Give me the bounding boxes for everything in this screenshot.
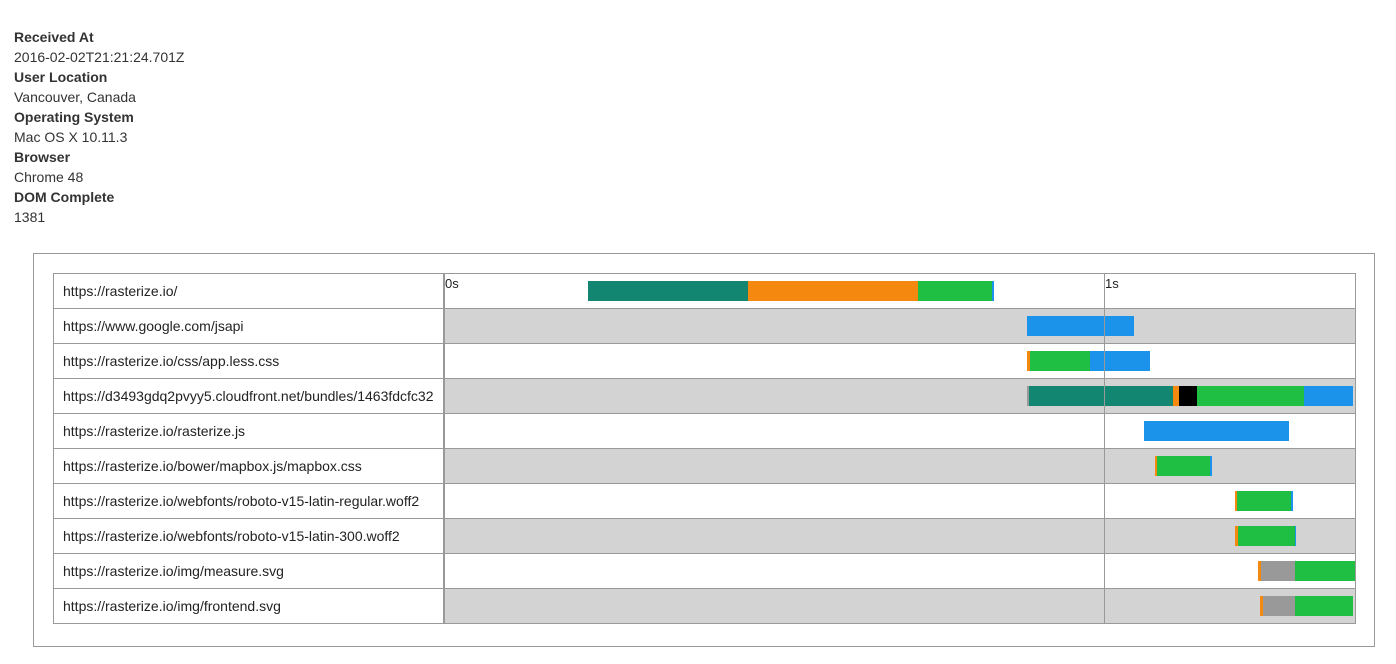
timing-bar-ttfb	[1294, 561, 1355, 581]
timing-bar-dns	[587, 281, 748, 301]
request-row[interactable]: https://rasterize.io/bower/mapbox.js/map…	[54, 449, 1355, 484]
waterfall-chart: https://rasterize.io/https://www.google.…	[53, 273, 1356, 624]
timing-bar-ssl	[1179, 386, 1198, 406]
request-timeline	[444, 379, 1355, 413]
request-timeline	[444, 414, 1355, 448]
request-timeline	[444, 519, 1355, 553]
timing-bar-download	[1303, 386, 1353, 406]
timing-bar-connect	[747, 281, 918, 301]
timing-bar-download	[1143, 421, 1289, 441]
meta-label: Received At	[14, 29, 94, 45]
request-timeline	[444, 484, 1355, 518]
meta-value: Vancouver, Canada	[14, 89, 136, 105]
timing-bar-wait	[1261, 561, 1295, 581]
timing-bar-wait	[1263, 596, 1295, 616]
timing-bar-download	[1026, 316, 1135, 336]
request-row[interactable]: https://rasterize.io/webfonts/roboto-v15…	[54, 484, 1355, 519]
request-row[interactable]: https://www.google.com/jsapi	[54, 309, 1355, 344]
timing-bar-connect	[1172, 386, 1180, 406]
request-timeline	[444, 309, 1355, 343]
time-tick-label: 1s	[1105, 276, 1119, 291]
meta-label: User Location	[14, 69, 108, 85]
timing-bar-ttfb	[917, 281, 993, 301]
request-row[interactable]: https://rasterize.io/rasterize.js	[54, 414, 1355, 449]
request-url: https://rasterize.io/	[54, 274, 444, 308]
meta-value: Mac OS X 10.11.3	[14, 129, 128, 145]
request-timeline	[444, 589, 1355, 623]
timing-bar-ttfb	[1294, 596, 1353, 616]
request-url: https://rasterize.io/webfonts/roboto-v15…	[54, 519, 444, 553]
request-row[interactable]: https://rasterize.io/img/measure.svg	[54, 554, 1355, 589]
meta-value: 1381	[14, 209, 46, 225]
timing-bar-ttfb	[1156, 456, 1210, 476]
meta-value: 2016-02-02T21:21:24.701Z	[14, 49, 185, 65]
request-metadata: Received At 2016-02-02T21:21:24.701Z User …	[14, 27, 184, 227]
timing-bar-ttfb	[1197, 386, 1304, 406]
timing-bar-download	[1294, 526, 1297, 546]
timing-bar-ttfb	[1030, 351, 1091, 371]
request-row[interactable]: https://rasterize.io/	[54, 274, 1355, 309]
request-row[interactable]: https://rasterize.io/css/app.less.css	[54, 344, 1355, 379]
timing-bar-download	[1090, 351, 1151, 371]
timing-bar-dns	[1029, 386, 1173, 406]
timing-bar-download	[992, 281, 995, 301]
time-tick-label: 0s	[445, 276, 459, 291]
request-url: https://rasterize.io/css/app.less.css	[54, 344, 444, 378]
request-url: https://rasterize.io/img/frontend.svg	[54, 589, 444, 623]
request-url: https://rasterize.io/rasterize.js	[54, 414, 444, 448]
request-row[interactable]: https://rasterize.io/webfonts/roboto-v15…	[54, 519, 1355, 554]
request-url: https://rasterize.io/webfonts/roboto-v15…	[54, 484, 444, 518]
request-url: https://www.google.com/jsapi	[54, 309, 444, 343]
meta-label: Operating System	[14, 109, 134, 125]
request-timeline	[444, 449, 1355, 483]
request-timeline	[444, 554, 1355, 588]
request-timeline	[444, 344, 1355, 378]
request-url: https://d3493gdq2pvyy5.cloudfront.net/bu…	[54, 379, 444, 413]
meta-value: Chrome 48	[14, 169, 84, 185]
timing-bar-ttfb	[1237, 491, 1292, 511]
request-row[interactable]: https://d3493gdq2pvyy5.cloudfront.net/bu…	[54, 379, 1355, 414]
meta-label: DOM Complete	[14, 189, 115, 205]
timing-bar-ttfb	[1237, 526, 1295, 546]
request-url: https://rasterize.io/bower/mapbox.js/map…	[54, 449, 444, 483]
timing-bar-download	[1209, 456, 1212, 476]
request-url: https://rasterize.io/img/measure.svg	[54, 554, 444, 588]
request-row[interactable]: https://rasterize.io/img/frontend.svg	[54, 589, 1355, 624]
meta-label: Browser	[14, 149, 71, 165]
request-timeline	[444, 274, 1355, 308]
timing-bar-download	[1291, 491, 1294, 511]
